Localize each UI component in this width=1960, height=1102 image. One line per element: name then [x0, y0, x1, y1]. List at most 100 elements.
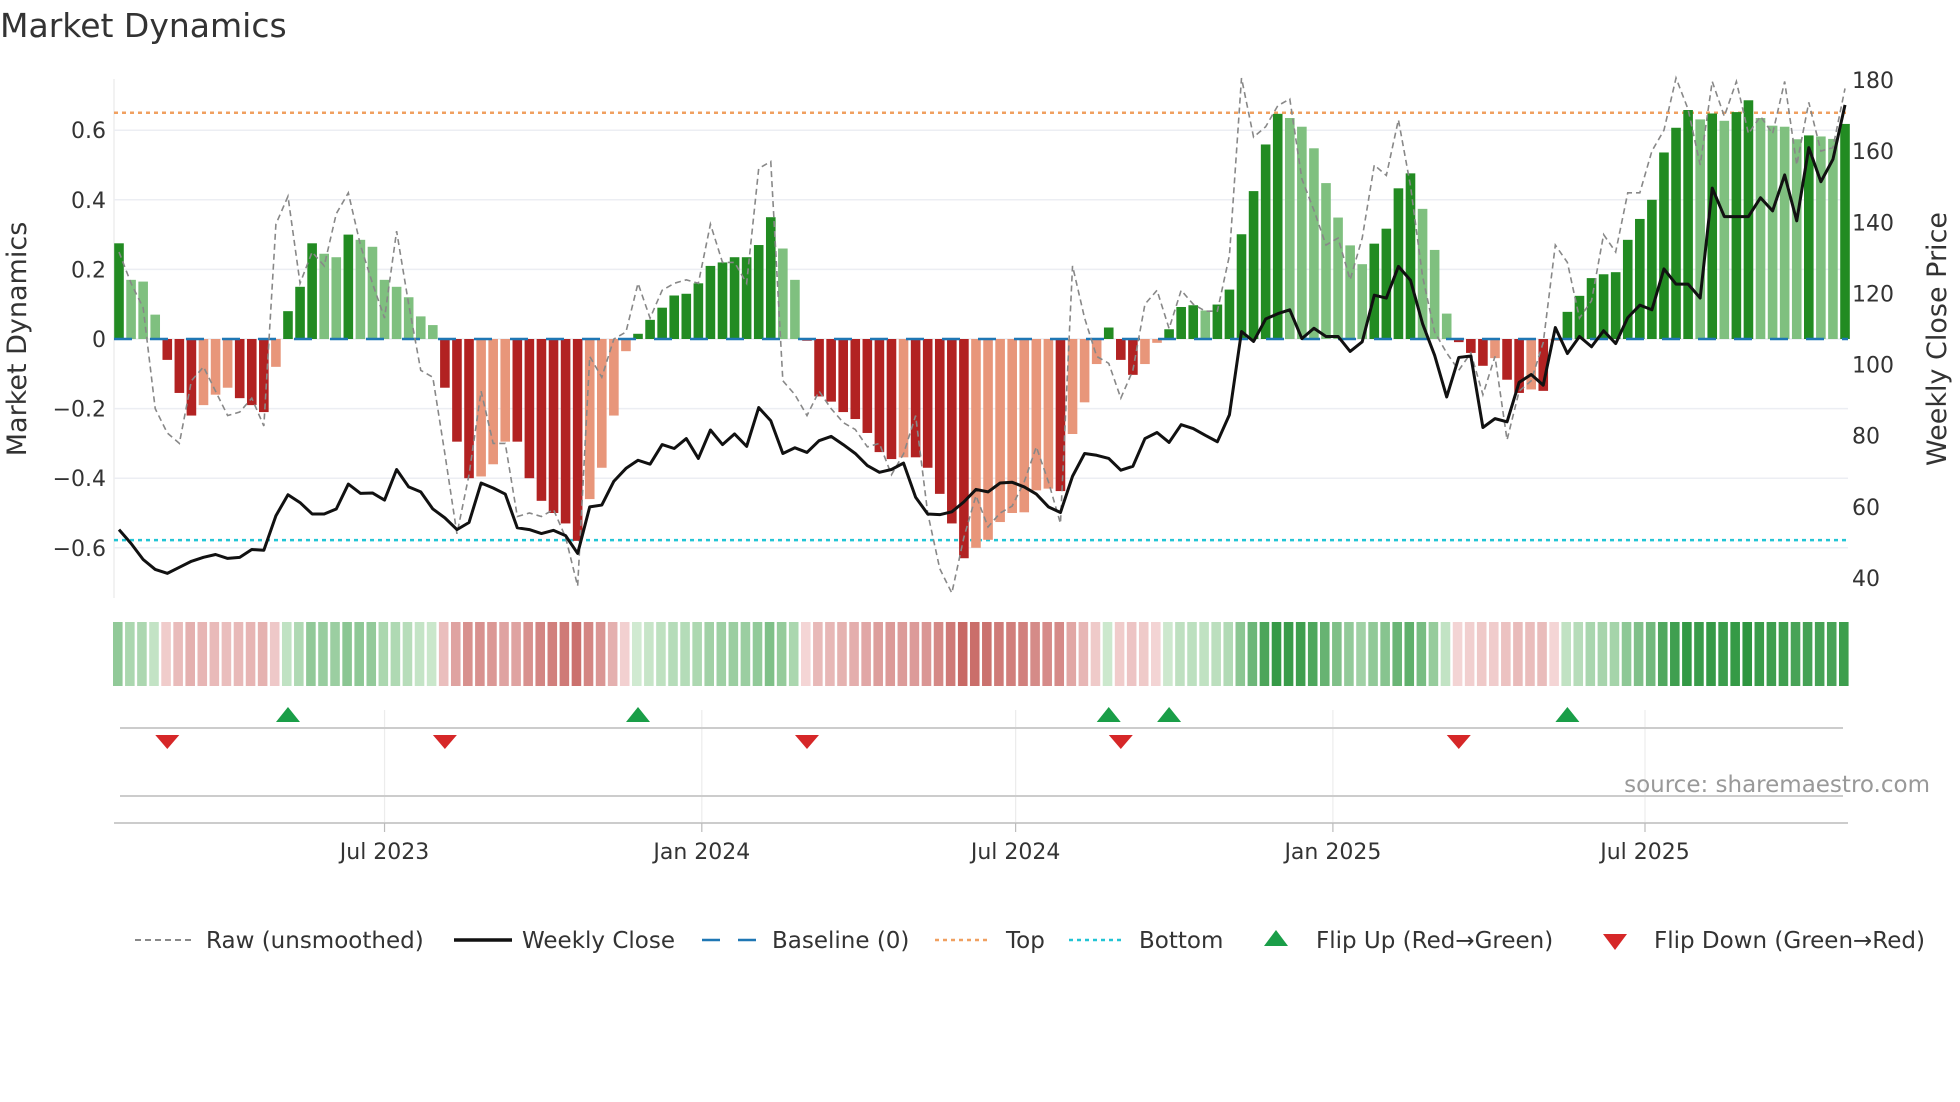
y-tick-label: 0.4 [71, 189, 106, 214]
heat-cell [257, 622, 268, 686]
heat-cell [1247, 622, 1258, 686]
heat-cell [933, 622, 944, 686]
bar [850, 339, 861, 420]
bar [1586, 278, 1597, 339]
heat-cell [233, 622, 244, 686]
heat-cell [704, 622, 714, 686]
heat-cell [583, 622, 594, 686]
y2-tick-label: 180 [1852, 69, 1894, 94]
heat-cell [788, 622, 799, 686]
heat-cell [475, 622, 485, 686]
bar [1526, 339, 1536, 390]
bar [862, 339, 873, 433]
heat-cell [813, 622, 823, 686]
bar [1683, 110, 1693, 340]
bar [934, 339, 945, 494]
heat-cell [957, 622, 968, 686]
heat-cell [1440, 622, 1451, 686]
bar [1779, 126, 1790, 339]
bar [1140, 339, 1150, 365]
flip-down-marker [794, 735, 819, 749]
bar [524, 339, 535, 479]
bar [1067, 339, 1078, 435]
heat-cell [1054, 622, 1065, 686]
bar [536, 339, 547, 501]
raw-line [118, 75, 1846, 596]
heat-cell [390, 622, 401, 686]
heat-cell [740, 622, 751, 686]
source-label: source: sharemaestro.com [1624, 772, 1930, 798]
bar [922, 339, 933, 468]
bar [1284, 118, 1295, 340]
bar [693, 283, 704, 339]
bar [1236, 234, 1247, 339]
heat-cell [318, 622, 328, 686]
bar [210, 339, 221, 395]
heat-cell [1839, 622, 1849, 686]
y-tick-label: −0.2 [53, 398, 106, 423]
bar [1345, 245, 1355, 339]
heat-cell [1235, 622, 1246, 686]
bar [1309, 148, 1319, 339]
flip-down-marker [1446, 735, 1471, 749]
heat-cell [1561, 622, 1571, 686]
heat-cell [1790, 622, 1801, 686]
bar [1743, 100, 1754, 339]
heat-cell [909, 622, 920, 686]
legend-label: Raw (unsmoothed) [206, 928, 424, 954]
heat-cell [619, 622, 630, 686]
bar [1369, 243, 1380, 339]
heat-cell [1730, 622, 1740, 686]
heat-cell [535, 622, 546, 686]
heat-cell [1114, 622, 1125, 686]
bar [886, 339, 897, 460]
bar [246, 339, 257, 406]
bar [271, 339, 281, 367]
heat-cell [1694, 622, 1704, 686]
x-tick-label: Jan 2025 [1282, 840, 1381, 865]
heat-cell [1392, 622, 1402, 686]
bar [645, 319, 655, 339]
bar [1176, 306, 1186, 339]
bar [1007, 339, 1017, 513]
bar [1671, 127, 1681, 339]
heat-cell [173, 622, 183, 686]
bar [1562, 311, 1573, 339]
heat-strip [113, 622, 1849, 686]
heat-cell [1573, 622, 1584, 686]
heat-cell [1670, 622, 1680, 686]
heat-cell [680, 622, 690, 686]
y2-tick-label: 40 [1852, 567, 1880, 592]
bar [705, 265, 716, 339]
bar [331, 257, 342, 339]
heat-cell [1138, 622, 1149, 686]
heat-cell [1199, 622, 1209, 686]
legend-label: Top [1005, 928, 1045, 954]
bar [162, 339, 173, 360]
heat-cell [281, 622, 292, 686]
bar [1321, 183, 1331, 339]
bar [1610, 272, 1621, 339]
heat-cell [1090, 622, 1101, 686]
heat-cell [547, 622, 558, 686]
heat-cell [438, 622, 449, 686]
bar [790, 279, 800, 339]
heat-cell [1621, 622, 1632, 686]
heat-cell [692, 622, 702, 686]
heat-cell [1066, 622, 1077, 686]
heat-cell [245, 622, 256, 686]
y-tick-label: −0.6 [53, 537, 106, 562]
bar [814, 339, 824, 397]
heat-cell [354, 622, 364, 686]
bar [1478, 339, 1488, 366]
bar [464, 339, 474, 479]
heat-cell [366, 622, 377, 686]
bar [983, 339, 993, 540]
bar [488, 339, 498, 465]
bar [741, 257, 752, 339]
left-axis-label: Market Dynamics [2, 222, 33, 457]
bar [1224, 289, 1235, 339]
heat-cell [994, 622, 1004, 686]
heat-cell [1006, 622, 1016, 686]
heat-cell [1597, 622, 1608, 686]
